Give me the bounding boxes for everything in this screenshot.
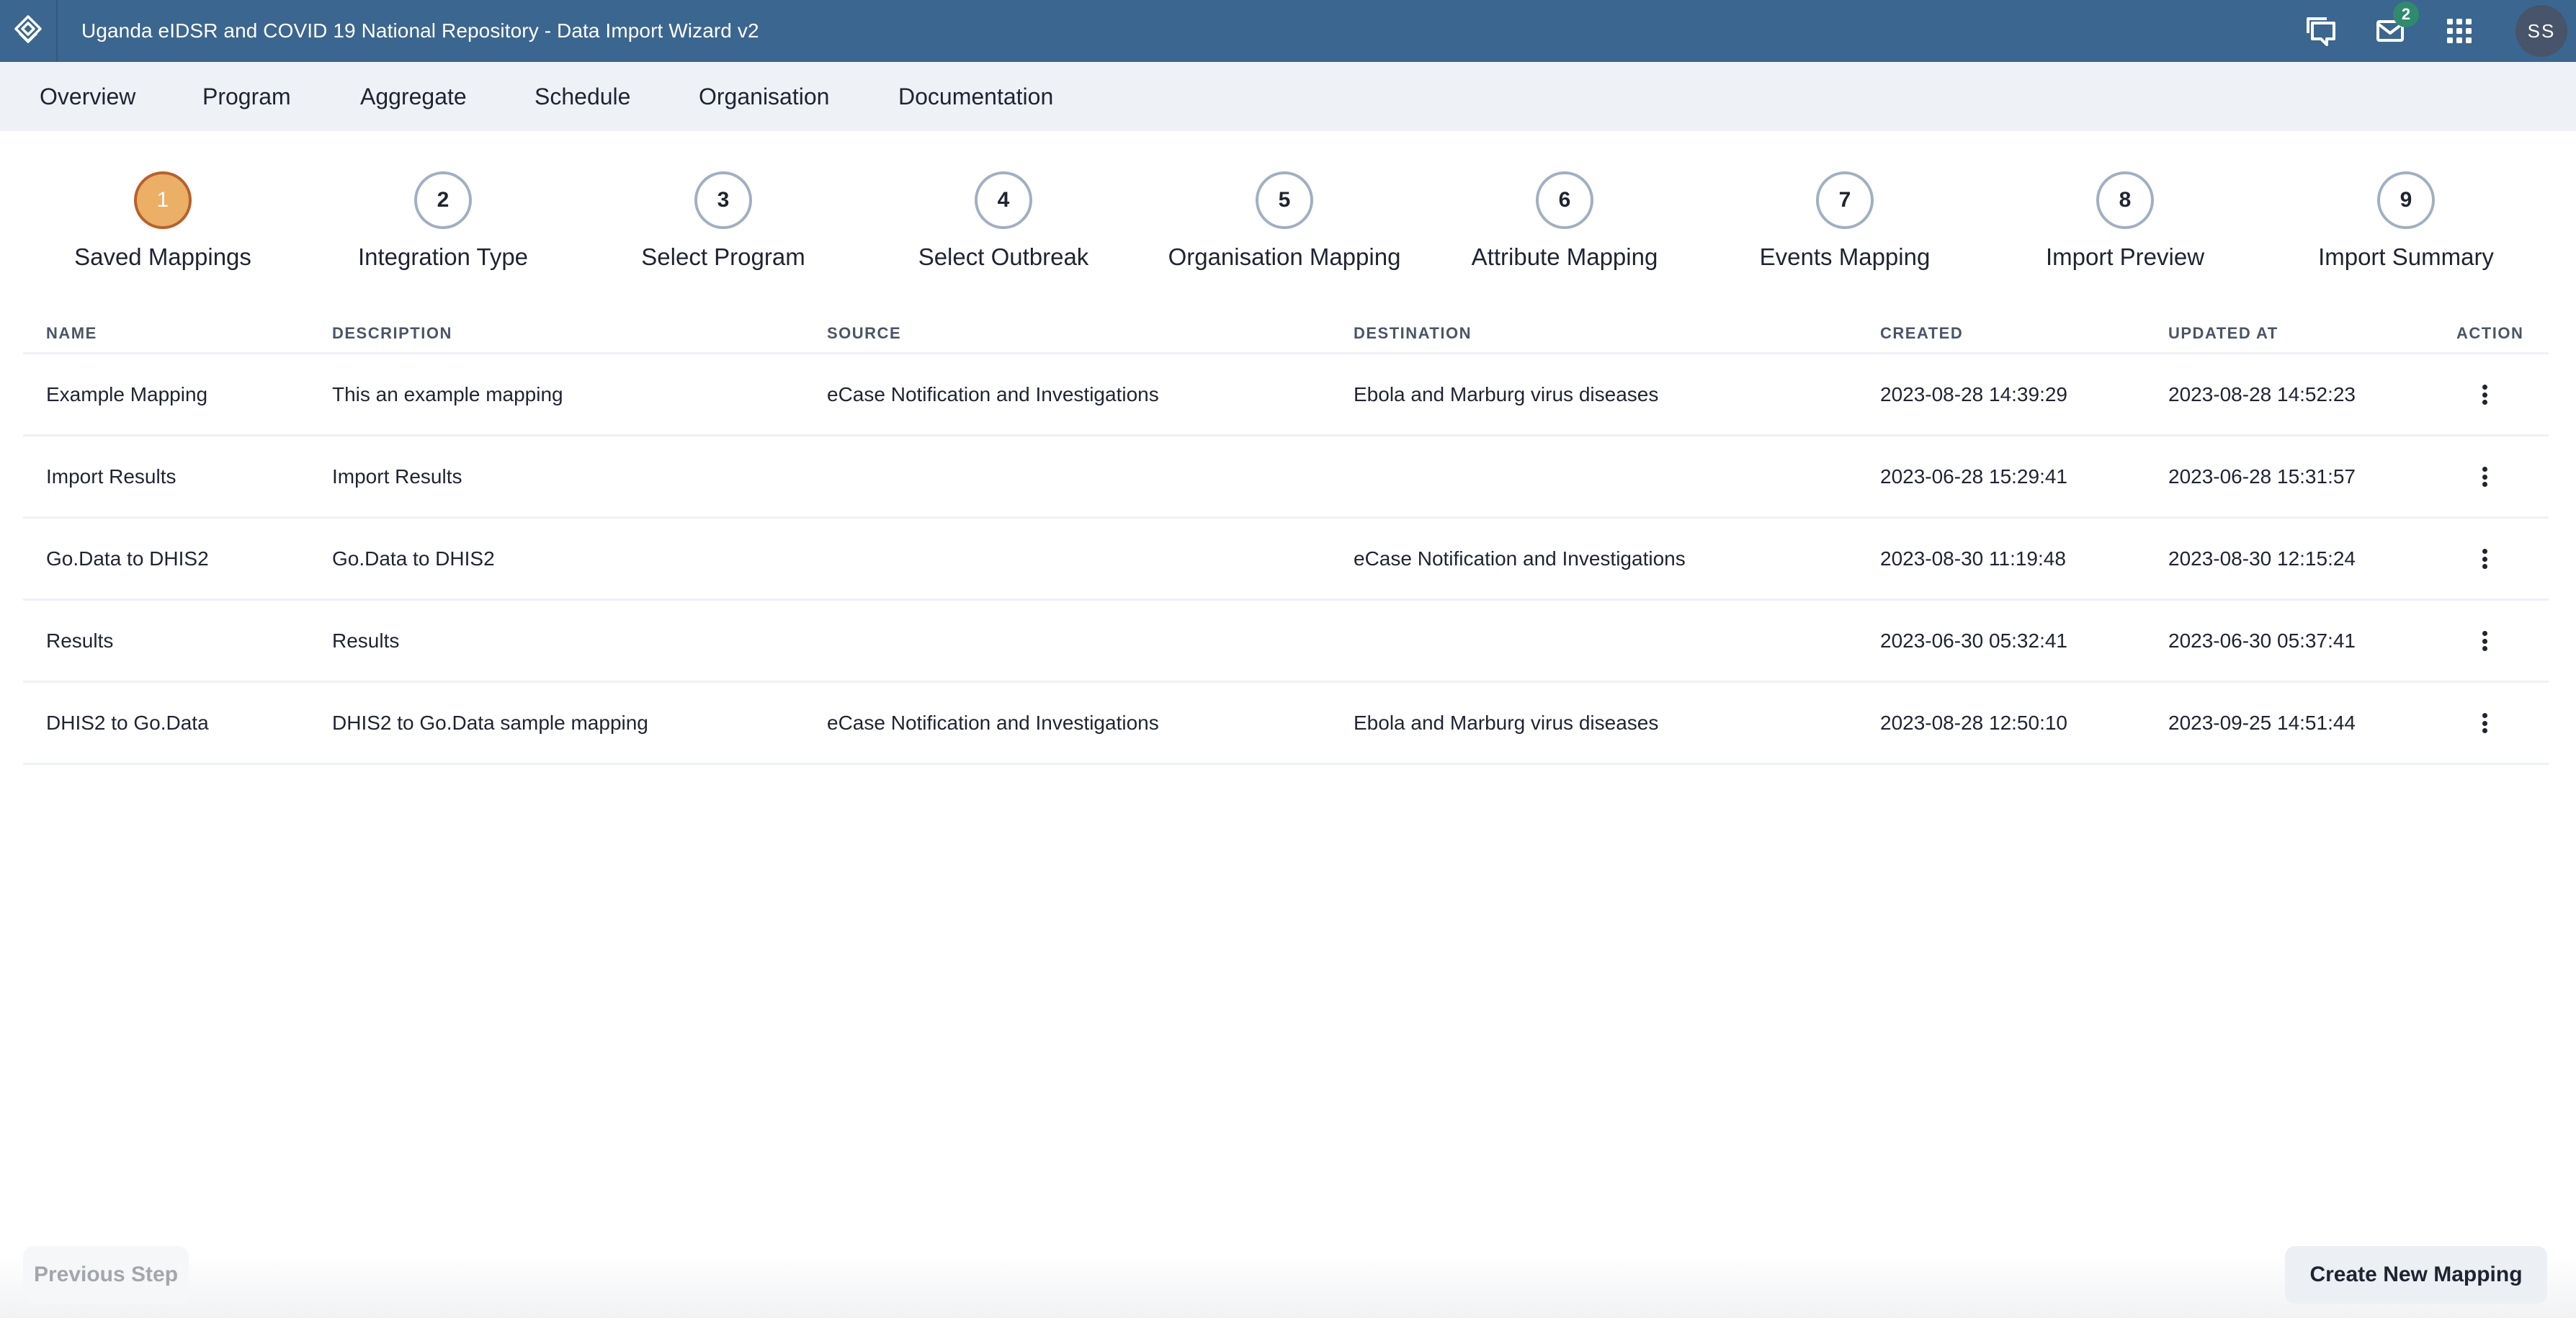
cell-name: Go.Data to DHIS2 xyxy=(46,547,209,570)
step-number: 6 xyxy=(1536,171,1593,229)
step-number: 9 xyxy=(2377,171,2435,229)
table-row[interactable]: Results Results 2023-06-30 05:32:41 2023… xyxy=(23,601,2549,683)
cell-updated-at: 2023-08-30 12:15:24 xyxy=(2168,547,2356,570)
cell-source: eCase Notification and Investigations xyxy=(827,383,1159,405)
cell-source: eCase Notification and Investigations xyxy=(827,712,1159,734)
cell-name: DHIS2 to Go.Data xyxy=(46,712,209,734)
step-number: 1 xyxy=(134,171,192,229)
step-number: 7 xyxy=(1816,171,1874,229)
cell-name: Example Mapping xyxy=(46,383,208,405)
step-import-preview[interactable]: 8 Import Preview xyxy=(1995,171,2255,271)
step-integration-type[interactable]: 2 Integration Type xyxy=(313,171,573,271)
cell-updated-at: 2023-08-28 14:52:23 xyxy=(2168,383,2356,405)
step-saved-mappings[interactable]: 1 Saved Mappings xyxy=(33,171,292,271)
nav-item-organisation[interactable]: Organisation xyxy=(699,62,829,131)
row-actions-menu-icon[interactable] xyxy=(2472,628,2497,654)
step-number: 2 xyxy=(414,171,472,229)
nav-item-program[interactable]: Program xyxy=(202,62,291,131)
step-organisation-mapping[interactable]: 5 Organisation Mapping xyxy=(1155,171,1414,271)
cell-description: Results xyxy=(332,629,400,652)
main-nav: Overview Program Aggregate Schedule Orga… xyxy=(0,62,2576,131)
cell-created: 2023-08-28 12:50:10 xyxy=(1880,712,2067,734)
cell-name: Import Results xyxy=(46,465,176,488)
step-number: 5 xyxy=(1256,171,1313,229)
saved-mappings-table: NAME DESCRIPTION SOURCE DESTINATION CREA… xyxy=(23,310,2549,765)
column-header-action: ACTION xyxy=(2456,324,2524,342)
step-import-summary[interactable]: 9 Import Summary xyxy=(2276,171,2536,271)
cell-description: Go.Data to DHIS2 xyxy=(332,547,495,570)
step-select-program[interactable]: 3 Select Program xyxy=(594,171,853,271)
row-actions-menu-icon[interactable] xyxy=(2472,382,2497,408)
profile-avatar[interactable]: SS xyxy=(2515,5,2567,57)
step-label: Import Preview xyxy=(2045,243,2205,270)
app-title: Uganda eIDSR and COVID 19 National Repos… xyxy=(81,19,759,42)
messages-icon[interactable]: 2 xyxy=(2356,0,2425,62)
step-label: Integration Type xyxy=(357,243,529,270)
table-row[interactable]: Import Results Import Results 2023-06-28… xyxy=(23,436,2549,519)
step-label: Saved Mappings xyxy=(74,243,251,270)
step-label: Import Summary xyxy=(2318,243,2494,270)
column-header-created[interactable]: CREATED xyxy=(1880,324,1963,343)
cell-created: 2023-06-28 15:29:41 xyxy=(1880,465,2067,488)
cell-created: 2023-06-30 05:32:41 xyxy=(1880,629,2067,652)
column-header-source[interactable]: SOURCE xyxy=(827,324,901,343)
interpretations-icon[interactable] xyxy=(2286,0,2356,62)
cell-created: 2023-08-30 11:19:48 xyxy=(1880,547,2066,570)
step-select-outbreak[interactable]: 4 Select Outbreak xyxy=(874,171,1133,271)
table-row[interactable]: DHIS2 to Go.Data DHIS2 to Go.Data sample… xyxy=(23,683,2549,765)
nav-item-overview[interactable]: Overview xyxy=(40,62,135,131)
step-label: Select Outbreak xyxy=(918,243,1089,270)
step-events-mapping[interactable]: 7 Events Mapping xyxy=(1715,171,1975,271)
create-new-mapping-button[interactable]: Create New Mapping xyxy=(2285,1246,2547,1304)
footer-shade xyxy=(0,1253,2576,1318)
column-header-description[interactable]: DESCRIPTION xyxy=(332,324,452,343)
column-header-name[interactable]: NAME xyxy=(46,324,97,343)
step-label: Attribute Mapping xyxy=(1471,243,1658,270)
column-header-updated-at[interactable]: UPDATED AT xyxy=(2168,324,2278,343)
step-label: Select Program xyxy=(641,243,805,270)
cell-name: Results xyxy=(46,629,114,652)
cell-updated-at: 2023-06-30 05:37:41 xyxy=(2168,629,2356,652)
cell-updated-at: 2023-06-28 15:31:57 xyxy=(2168,465,2356,488)
cell-description: This an example mapping xyxy=(332,383,563,405)
nav-item-schedule[interactable]: Schedule xyxy=(535,62,630,131)
table-row[interactable]: Go.Data to DHIS2 Go.Data to DHIS2 eCase … xyxy=(23,519,2549,601)
cell-destination: eCase Notification and Investigations xyxy=(1354,547,1686,570)
column-header-destination[interactable]: DESTINATION xyxy=(1354,324,1472,343)
cell-destination: Ebola and Marburg virus diseases xyxy=(1354,383,1659,405)
cell-updated-at: 2023-09-25 14:51:44 xyxy=(2168,712,2356,734)
cell-description: DHIS2 to Go.Data sample mapping xyxy=(332,712,648,734)
cell-description: Import Results xyxy=(332,465,462,488)
row-actions-menu-icon[interactable] xyxy=(2472,546,2497,572)
apps-icon[interactable] xyxy=(2425,0,2494,62)
logo-icon[interactable] xyxy=(0,0,58,62)
table-header: NAME DESCRIPTION SOURCE DESTINATION CREA… xyxy=(23,310,2549,354)
previous-step-button[interactable]: Previous Step xyxy=(23,1246,189,1304)
step-number: 3 xyxy=(694,171,752,229)
step-attribute-mapping[interactable]: 6 Attribute Mapping xyxy=(1435,171,1694,271)
table-row[interactable]: Example Mapping This an example mapping … xyxy=(23,354,2549,436)
nav-item-documentation[interactable]: Documentation xyxy=(898,62,1053,131)
nav-item-aggregate[interactable]: Aggregate xyxy=(360,62,467,131)
cell-created: 2023-08-28 14:39:29 xyxy=(1880,383,2067,405)
step-label: Events Mapping xyxy=(1759,243,1931,270)
messages-count-badge: 2 xyxy=(2393,1,2419,27)
row-actions-menu-icon[interactable] xyxy=(2472,710,2497,736)
row-actions-menu-icon[interactable] xyxy=(2472,464,2497,490)
cell-destination: Ebola and Marburg virus diseases xyxy=(1354,712,1659,734)
step-number: 4 xyxy=(975,171,1032,229)
app-header: Uganda eIDSR and COVID 19 National Repos… xyxy=(0,0,2576,62)
step-label: Organisation Mapping xyxy=(1168,243,1401,270)
step-number: 8 xyxy=(2096,171,2154,229)
